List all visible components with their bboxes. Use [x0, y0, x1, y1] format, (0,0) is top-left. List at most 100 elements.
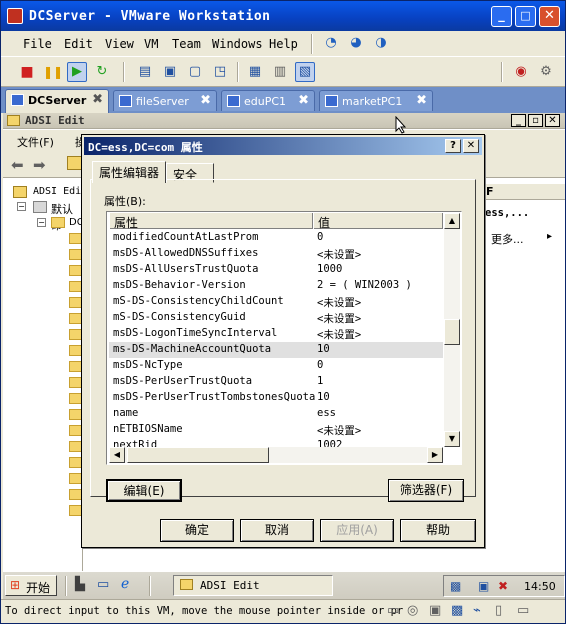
- menu-help[interactable]: Help: [269, 37, 298, 51]
- back-arrow-icon[interactable]: ⬅: [11, 156, 24, 174]
- tab-edupc1[interactable]: eduPC1 ✖: [221, 90, 315, 111]
- adsi-icon: [180, 579, 193, 590]
- filter-button[interactable]: 筛选器(F): [388, 479, 464, 502]
- minimize-button[interactable]: _: [491, 6, 512, 27]
- table-row[interactable]: msDS-AllUsersTrustQuota 1000: [109, 262, 443, 278]
- table-row[interactable]: name ess: [109, 406, 443, 422]
- usb-icon[interactable]: ⌁: [473, 603, 481, 618]
- scroll-up-arrow[interactable]: ▲: [444, 213, 460, 229]
- tab-dcserver[interactable]: DCServer ✖: [5, 89, 109, 113]
- edit-button[interactable]: 编辑(E): [106, 479, 182, 502]
- tray-lan-icon[interactable]: ▣: [478, 579, 489, 593]
- sound-icon[interactable]: ▯: [495, 603, 502, 618]
- taskbar-adsi-edit[interactable]: ADSI Edit: [173, 575, 333, 596]
- more-actions-link[interactable]: 更多...: [491, 231, 524, 247]
- attribute-list[interactable]: 属性 值 modifiedCountAtLastProm 0 msDS-Allowe…: [106, 211, 462, 465]
- snapshot-icon[interactable]: ◔: [321, 33, 341, 53]
- scroll-thumb[interactable]: [444, 319, 460, 345]
- scroll-left-arrow[interactable]: ◀: [109, 447, 125, 463]
- console-icon[interactable]: ▧: [295, 62, 315, 82]
- menu-windows[interactable]: Windows: [212, 37, 263, 51]
- table-row[interactable]: modifiedCountAtLastProm 0: [109, 230, 443, 246]
- attribute-name: msDS-LogonTimeSyncInterval: [113, 327, 278, 339]
- maximize-button[interactable]: □: [515, 6, 536, 27]
- floppy-icon[interactable]: ▣: [429, 603, 441, 618]
- help-button[interactable]: 帮助: [400, 519, 476, 542]
- show-desktop-icon[interactable]: ▙: [75, 577, 85, 592]
- ok-button[interactable]: 确定: [160, 519, 234, 542]
- column-value[interactable]: 值: [313, 213, 443, 230]
- team-power-icon[interactable]: ◉: [511, 62, 531, 82]
- table-row[interactable]: msDS-PerUserTrustQuota 1: [109, 374, 443, 390]
- table-row[interactable]: mS-DS-ConsistencyChildCount <未设置>: [109, 294, 443, 310]
- close-button[interactable]: ✕: [539, 6, 560, 27]
- ie-icon[interactable]: ℯ: [121, 576, 129, 592]
- apply-button[interactable]: 应用(A): [320, 519, 394, 542]
- table-row[interactable]: msDS-Behavior-Version 2 = ( WIN2003 ): [109, 278, 443, 294]
- cancel-button[interactable]: 取消: [240, 519, 314, 542]
- menu-file[interactable]: File: [23, 37, 52, 51]
- tab-close-icon[interactable]: ✖: [92, 92, 103, 107]
- dialog-title: DC=ess,DC=com 属性: [88, 141, 203, 154]
- power-on-icon[interactable]: ▶: [67, 62, 87, 82]
- tree-root-label[interactable]: ADSI Edi: [33, 186, 81, 197]
- horizontal-scrollbar[interactable]: ◀ ▶: [109, 447, 443, 463]
- tab-attribute-editor[interactable]: 属性编辑器: [92, 161, 167, 183]
- adsi-menu-file[interactable]: 文件(F): [17, 134, 54, 150]
- tab-close-icon[interactable]: ✖: [298, 93, 309, 108]
- vm-icon: [227, 95, 240, 107]
- table-row[interactable]: msDS-LogonTimeSyncInterval <未设置>: [109, 326, 443, 342]
- network-adapter-icon[interactable]: ▩: [451, 603, 463, 618]
- tab-close-icon[interactable]: ✖: [200, 93, 211, 108]
- hscroll-thumb[interactable]: [127, 447, 269, 463]
- full-screen-icon[interactable]: ▢: [185, 62, 205, 82]
- guest-screen[interactable]: ADSI Edit _ ▫ ✕ 文件(F) 操 ⬅ ➡ ADSI Edi − 默…: [3, 113, 565, 599]
- table-row[interactable]: ms-DS-MachineAccountQuota 10: [109, 342, 443, 358]
- hdd-icon[interactable]: ▭: [387, 603, 399, 618]
- message-icon[interactable]: ▭: [517, 603, 529, 618]
- console-view-icon[interactable]: ▦: [245, 62, 265, 82]
- table-row[interactable]: nETBIOSName <未设置>: [109, 422, 443, 438]
- revert-snapshot-icon[interactable]: ◕: [346, 33, 366, 53]
- quick-switch-icon[interactable]: ▣: [160, 62, 180, 82]
- settings-icon[interactable]: ⚙: [536, 62, 556, 82]
- menu-view[interactable]: View: [105, 37, 134, 51]
- table-row[interactable]: msDS-AllowedDNSSuffixes <未设置>: [109, 246, 443, 262]
- start-button[interactable]: ⊞ 开始: [5, 575, 57, 596]
- tray-volume-muted-icon[interactable]: ✖: [498, 579, 508, 593]
- adsi-minimize-button[interactable]: _: [511, 114, 526, 127]
- scroll-right-arrow[interactable]: ▶: [427, 447, 443, 463]
- tab-marketpc1[interactable]: marketPC1 ✖: [319, 90, 433, 111]
- tree-collapse-icon[interactable]: −: [17, 202, 26, 211]
- power-off-icon[interactable]: ■: [17, 62, 37, 82]
- vertical-scrollbar[interactable]: ▲ ▼: [444, 213, 460, 447]
- cdrom-icon[interactable]: ◎: [407, 603, 418, 618]
- menu-vm[interactable]: VM: [144, 37, 158, 51]
- scroll-down-arrow[interactable]: ▼: [444, 431, 460, 447]
- actions-pane: F ess,... 更多... ▸: [481, 179, 565, 571]
- menu-edit[interactable]: Edit: [64, 37, 93, 51]
- table-row[interactable]: msDS-PerUserTrustTombstonesQuota 10: [109, 390, 443, 406]
- show-sidebar-icon[interactable]: ▤: [135, 62, 155, 82]
- naming-context-icon: [33, 201, 47, 213]
- summary-view-icon[interactable]: ▥: [270, 62, 290, 82]
- tab-close-icon[interactable]: ✖: [416, 93, 427, 108]
- dialog-close-button[interactable]: ✕: [463, 139, 479, 153]
- snapshot-manager-icon[interactable]: ◑: [371, 33, 391, 53]
- unity-icon[interactable]: ◳: [210, 62, 230, 82]
- adsi-close-button[interactable]: ✕: [545, 114, 560, 127]
- pause-icon[interactable]: ❚❚: [42, 62, 63, 82]
- table-row[interactable]: msDS-NcType 0: [109, 358, 443, 374]
- dialog-help-button[interactable]: ?: [445, 139, 461, 153]
- forward-arrow-icon[interactable]: ➡: [33, 156, 46, 174]
- my-computer-icon[interactable]: ▭: [97, 577, 109, 592]
- menu-team[interactable]: Team: [172, 37, 201, 51]
- tray-network-icon[interactable]: ▩: [450, 579, 461, 593]
- tree-collapse-icon[interactable]: −: [37, 218, 46, 227]
- table-row[interactable]: mS-DS-ConsistencyGuid <未设置>: [109, 310, 443, 326]
- column-attribute[interactable]: 属性: [109, 213, 313, 230]
- tab-fileserver[interactable]: fileServer ✖: [113, 90, 217, 111]
- attribute-value: 0: [317, 359, 324, 371]
- adsi-restore-button[interactable]: ▫: [528, 114, 543, 127]
- reset-icon[interactable]: ↻: [92, 62, 112, 82]
